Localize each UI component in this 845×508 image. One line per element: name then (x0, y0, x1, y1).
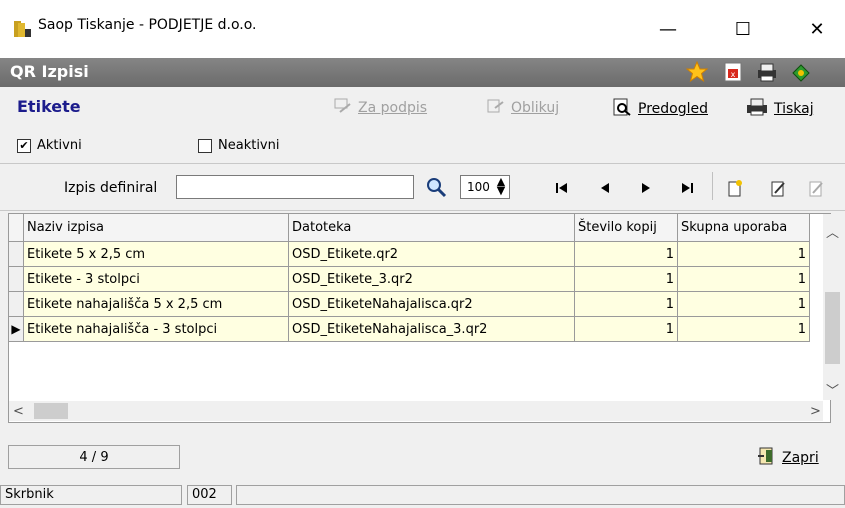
star-icon[interactable] (685, 60, 709, 83)
exit-door-icon (757, 447, 777, 469)
record-counter: 4 / 9 (8, 445, 180, 469)
last-record-icon[interactable] (677, 178, 697, 198)
toolbar-divider (712, 172, 713, 200)
aktivni-checkbox[interactable]: ✔ Aktivni (17, 138, 82, 153)
cell-skupna-uporaba[interactable]: 1 (677, 291, 810, 317)
row-indicator: ▶ (8, 316, 24, 342)
zoom-stepper-icon[interactable]: ▲ ▼ (494, 176, 508, 196)
izpis-definiral-label: Izpis definiral (64, 180, 158, 196)
row-indicator (8, 291, 24, 317)
oblikuj-label: Oblikuj (511, 100, 560, 116)
neaktivni-label: Neaktivni (218, 138, 280, 153)
preview-icon (612, 98, 632, 120)
status-user: Skrbnik (0, 485, 182, 505)
divider (0, 210, 845, 211)
new-record-icon[interactable] (725, 178, 745, 198)
section-title: Etikete (17, 97, 81, 116)
zapri-button[interactable]: Zapri (757, 447, 819, 469)
column-header-skupna-uporaba[interactable]: Skupna uporaba (677, 213, 810, 242)
neaktivni-checkbox-box[interactable] (198, 138, 212, 153)
divider (0, 163, 845, 164)
horizontal-scroll-thumb[interactable] (34, 403, 68, 419)
table-row[interactable]: Etikete nahajališča 5 x 2,5 cm OSD_Etike… (8, 291, 810, 317)
table-row[interactable]: ▶ Etikete nahajališča - 3 stolpci OSD_Et… (8, 316, 810, 342)
next-record-icon[interactable] (636, 178, 656, 198)
app-icon (14, 20, 32, 38)
cell-stevilo-kopij[interactable]: 1 (574, 266, 678, 292)
za-podpis-label: Za podpis (358, 100, 428, 116)
minimize-button[interactable]: — (645, 10, 691, 48)
scroll-down-icon[interactable]: ﹀ (826, 380, 839, 399)
cell-stevilo-kopij[interactable]: 1 (574, 241, 678, 267)
close-report-icon[interactable]: x (722, 61, 744, 83)
cell-skupna-uporaba[interactable]: 1 (677, 266, 810, 292)
scroll-left-icon[interactable]: < (13, 404, 24, 419)
sign-icon (334, 98, 352, 118)
horizontal-scrollbar[interactable] (9, 401, 823, 421)
table-header-row: Naziv izpisa Datoteka Število kopij Skup… (8, 213, 810, 242)
status-code: 002 (187, 485, 232, 505)
cell-datoteka[interactable]: OSD_Etikete.qr2 (288, 241, 575, 267)
cell-skupna-uporaba[interactable]: 1 (677, 241, 810, 267)
printer-icon (746, 98, 768, 120)
column-header-stevilo-kopij[interactable]: Število kopij (574, 213, 678, 242)
zapri-label: Zapri (782, 450, 819, 466)
edit-record-icon[interactable] (768, 178, 788, 198)
aktivni-checkbox-box[interactable]: ✔ (17, 138, 31, 153)
printer-stack-icon[interactable] (756, 61, 778, 83)
column-header-naziv[interactable]: Naziv izpisa (23, 213, 289, 242)
header-band (0, 58, 845, 87)
delete-record-icon[interactable] (806, 178, 826, 198)
aktivni-label: Aktivni (37, 138, 82, 153)
window-title: Saop Tiskanje - PODJETJE d.o.o. (38, 17, 257, 33)
row-indicator (8, 241, 24, 267)
indicator-header (8, 213, 24, 242)
first-record-icon[interactable] (552, 178, 572, 198)
cell-datoteka[interactable]: OSD_Etikete_3.qr2 (288, 266, 575, 292)
tiskaj-button[interactable]: Tiskaj (746, 98, 814, 120)
izpis-definiral-input[interactable] (176, 175, 414, 199)
maximize-button[interactable]: ☐ (720, 10, 766, 48)
scroll-up-icon[interactable]: ︿ (826, 222, 839, 241)
oblikuj-button[interactable]: Oblikuj (487, 98, 559, 118)
table-row[interactable]: Etikete - 3 stolpci OSD_Etikete_3.qr2 1 … (8, 266, 810, 292)
izpisi-table: Naziv izpisa Datoteka Število kopij Skup… (8, 213, 810, 342)
table-row[interactable]: Etikete 5 x 2,5 cm OSD_Etikete.qr2 1 1 (8, 241, 810, 267)
cell-datoteka[interactable]: OSD_EtiketeNahajalisca.qr2 (288, 291, 575, 317)
export-icon[interactable] (790, 61, 812, 83)
cell-naziv[interactable]: Etikete - 3 stolpci (23, 266, 289, 292)
neaktivni-checkbox[interactable]: Neaktivni (198, 138, 279, 153)
cell-datoteka[interactable]: OSD_EtiketeNahajalisca_3.qr2 (288, 316, 575, 342)
column-header-datoteka[interactable]: Datoteka (288, 213, 575, 242)
close-window-button[interactable]: ✕ (794, 10, 840, 48)
tiskaj-label: Tiskaj (774, 101, 814, 117)
search-icon[interactable] (425, 176, 447, 198)
cell-skupna-uporaba[interactable]: 1 (677, 316, 810, 342)
za-podpis-button[interactable]: Za podpis (334, 98, 427, 118)
cell-naziv[interactable]: Etikete nahajališča - 3 stolpci (23, 316, 289, 342)
previous-record-icon[interactable] (595, 178, 615, 198)
predogled-label: Predogled (638, 101, 708, 117)
cell-naziv[interactable]: Etikete 5 x 2,5 cm (23, 241, 289, 267)
status-extra (236, 485, 845, 505)
cell-stevilo-kopij[interactable]: 1 (574, 316, 678, 342)
predogled-button[interactable]: Predogled (612, 98, 708, 120)
scroll-right-icon[interactable]: > (810, 404, 821, 419)
row-indicator (8, 266, 24, 292)
svg-text:x: x (731, 70, 736, 79)
cell-stevilo-kopij[interactable]: 1 (574, 291, 678, 317)
vertical-scroll-thumb[interactable] (825, 292, 840, 364)
design-icon (487, 98, 505, 118)
form-title: QR Izpisi (10, 62, 89, 81)
cell-naziv[interactable]: Etikete nahajališča 5 x 2,5 cm (23, 291, 289, 317)
